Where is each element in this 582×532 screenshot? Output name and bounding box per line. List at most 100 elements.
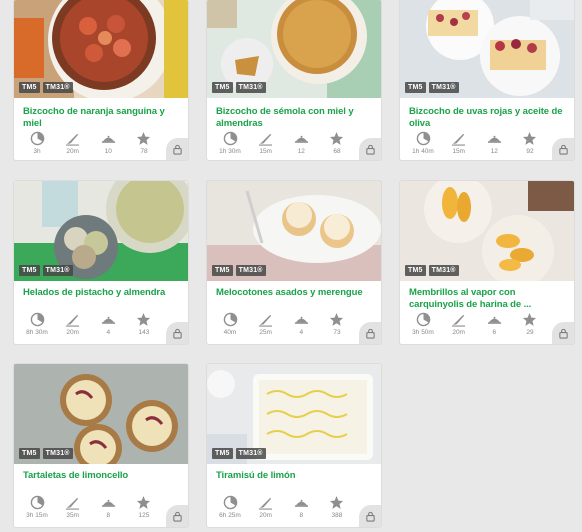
- servings-dish-icon: [294, 495, 309, 510]
- servings-dish-icon: [487, 131, 502, 146]
- recipe-card[interactable]: TM5 TM31® Tiramisú de limón 6h 25m 20m 8…: [207, 364, 381, 527]
- recipe-title[interactable]: Melocotones asados y merengue: [216, 287, 373, 299]
- stat-prep-time-value: 15m: [452, 148, 465, 155]
- stat-rating: 143: [130, 312, 158, 342]
- recipe-card[interactable]: TM5 TM31® Bizcocho de uvas rojas y aceit…: [400, 0, 574, 160]
- recipe-photo[interactable]: TM5 TM31®: [14, 181, 188, 281]
- recipe-card[interactable]: TM5 TM31® Helados de pistacho y almendra…: [14, 181, 188, 344]
- stat-prep-time-value: 20m: [66, 329, 79, 336]
- lock-icon[interactable]: [359, 322, 381, 344]
- badge-tm31: TM31®: [235, 448, 266, 459]
- stat-prep-time: 15m: [445, 131, 473, 160]
- badge-tm31: TM31®: [428, 82, 459, 93]
- device-badges: TM5 TM31®: [405, 265, 459, 276]
- difficulty-knife-icon: [451, 312, 466, 327]
- stat-total-time-value: 3h: [33, 148, 41, 155]
- rating-star-icon: [329, 495, 344, 510]
- stat-prep-time-value: 15m: [259, 148, 272, 155]
- recipe-photo[interactable]: TM5 TM31®: [14, 0, 188, 98]
- stat-prep-time: 20m: [59, 312, 87, 342]
- lock-icon[interactable]: [359, 138, 381, 160]
- recipe-photo[interactable]: TM5 TM31®: [400, 181, 574, 281]
- recipe-title[interactable]: Tartaletas de limoncello: [23, 470, 180, 482]
- lock-icon[interactable]: [166, 505, 188, 527]
- recipe-photo[interactable]: TM5 TM31®: [207, 181, 381, 281]
- recipe-stats: 3h 15m 35m 8 125: [23, 495, 158, 525]
- difficulty-knife-icon: [451, 131, 466, 146]
- stat-total-time-value: 1h 40m: [412, 148, 434, 155]
- badge-tm5: TM5: [212, 82, 233, 93]
- difficulty-knife-icon: [65, 131, 80, 146]
- recipe-stats: 3h 50m 20m 6 29: [409, 312, 544, 342]
- stat-rating: 388: [323, 495, 351, 525]
- stat-total-time-value: 1h 30m: [219, 148, 241, 155]
- recipe-title[interactable]: Bizcocho de uvas rojas y aceite de oliva: [409, 106, 566, 130]
- lock-icon[interactable]: [552, 138, 574, 160]
- prep-time-icon: [416, 312, 431, 327]
- recipe-photo[interactable]: TM5 TM31®: [400, 0, 574, 98]
- prep-time-icon: [30, 495, 45, 510]
- recipe-card[interactable]: TM5 TM31® Melocotones asados y merengue …: [207, 181, 381, 344]
- badge-tm5: TM5: [19, 82, 40, 93]
- recipe-card[interactable]: TM5 TM31® Bizcocho de naranja sanguina y…: [14, 0, 188, 160]
- prep-time-icon: [416, 131, 431, 146]
- servings-dish-icon: [101, 312, 116, 327]
- badge-tm31: TM31®: [235, 82, 266, 93]
- recipe-title[interactable]: Bizcocho de sémola con miel y almendras: [216, 106, 373, 130]
- stat-servings-value: 6: [492, 329, 497, 336]
- stat-total-time-value: 3h 50m: [412, 329, 434, 336]
- stat-servings: 8: [287, 495, 315, 525]
- recipe-card[interactable]: TM5 TM31® Tartaletas de limoncello 3h 15…: [14, 364, 188, 527]
- stat-prep-time: 15m: [252, 131, 280, 160]
- device-badges: TM5 TM31®: [212, 448, 266, 459]
- stat-total-time-value: 3h 15m: [26, 512, 48, 519]
- badge-tm5: TM5: [405, 265, 426, 276]
- stat-rating: 92: [516, 131, 544, 160]
- recipe-stats: 3h 20m 10 78: [23, 131, 158, 160]
- recipe-title[interactable]: Tiramisú de limón: [216, 470, 373, 482]
- stat-total-time: 1h 30m: [216, 131, 244, 160]
- lock-icon[interactable]: [552, 322, 574, 344]
- stat-rating: 73: [323, 312, 351, 342]
- stat-servings-value: 12: [490, 148, 498, 155]
- stat-total-time: 3h 50m: [409, 312, 437, 342]
- recipe-title[interactable]: Helados de pistacho y almendra: [23, 287, 180, 299]
- prep-time-icon: [223, 312, 238, 327]
- stat-prep-time: 25m: [252, 312, 280, 342]
- lock-icon[interactable]: [359, 505, 381, 527]
- servings-dish-icon: [294, 312, 309, 327]
- stat-rating-value: 92: [526, 148, 534, 155]
- recipe-title[interactable]: Bizcocho de naranja sanguina y miel: [23, 106, 180, 130]
- stat-servings-value: 4: [106, 329, 111, 336]
- rating-star-icon: [522, 131, 537, 146]
- rating-star-icon: [329, 312, 344, 327]
- difficulty-knife-icon: [258, 312, 273, 327]
- recipe-stats: 40m 25m 4 73: [216, 312, 351, 342]
- recipe-stats: 1h 30m 15m 12 68: [216, 131, 351, 160]
- recipe-photo[interactable]: TM5 TM31®: [14, 364, 188, 464]
- rating-star-icon: [329, 131, 344, 146]
- stat-total-time-value: 8h 30m: [26, 329, 48, 336]
- stat-rating-value: 78: [140, 148, 148, 155]
- prep-time-icon: [223, 495, 238, 510]
- recipe-card[interactable]: TM5 TM31® Membrillos al vapor con carqui…: [400, 181, 574, 344]
- stat-rating-value: 73: [333, 329, 341, 336]
- stat-prep-time-value: 20m: [452, 329, 465, 336]
- lock-icon[interactable]: [166, 322, 188, 344]
- servings-dish-icon: [101, 131, 116, 146]
- stat-total-time: 3h 15m: [23, 495, 51, 525]
- difficulty-knife-icon: [65, 312, 80, 327]
- stat-servings: 12: [287, 131, 315, 160]
- prep-time-icon: [30, 131, 45, 146]
- recipe-card[interactable]: TM5 TM31® Bizcocho de sémola con miel y …: [207, 0, 381, 160]
- lock-icon[interactable]: [166, 138, 188, 160]
- device-badges: TM5 TM31®: [212, 265, 266, 276]
- stat-rating-value: 68: [333, 148, 341, 155]
- recipe-photo[interactable]: TM5 TM31®: [207, 0, 381, 98]
- stat-prep-time: 20m: [59, 131, 87, 160]
- recipe-photo[interactable]: TM5 TM31®: [207, 364, 381, 464]
- badge-tm31: TM31®: [42, 265, 73, 276]
- stat-prep-time: 20m: [445, 312, 473, 342]
- recipe-title[interactable]: Membrillos al vapor con carquinyolis de …: [409, 287, 566, 311]
- stat-total-time-value: 6h 25m: [219, 512, 241, 519]
